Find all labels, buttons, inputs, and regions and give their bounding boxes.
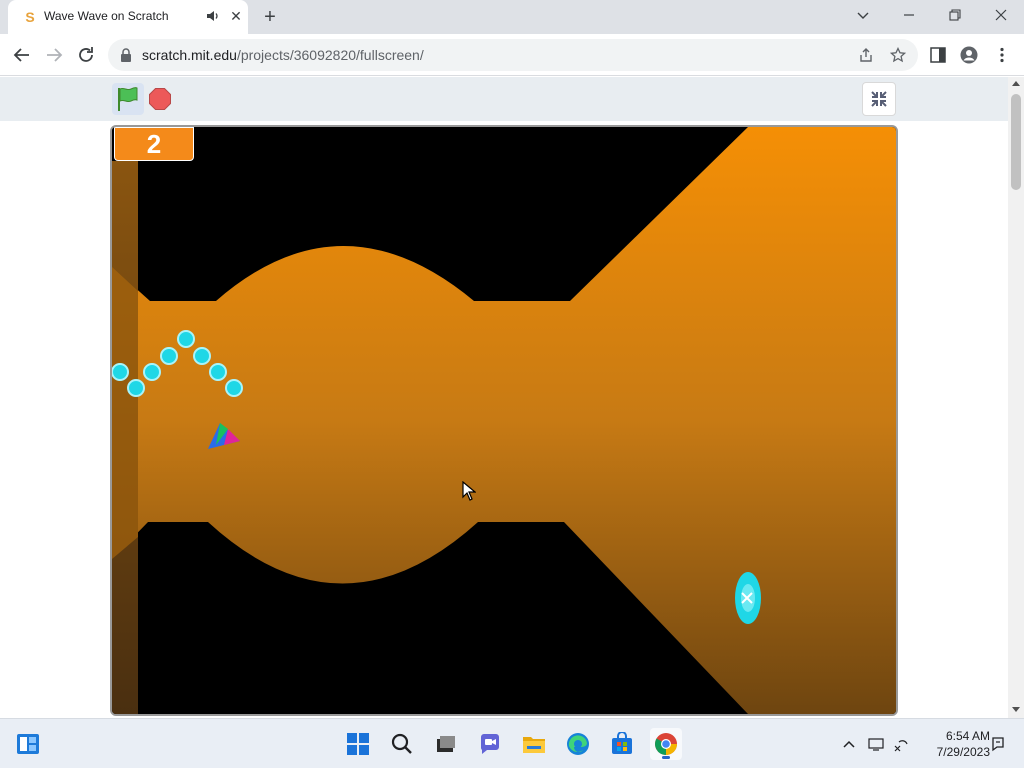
- network-off-icon[interactable]: [893, 736, 909, 752]
- widgets-icon: [17, 734, 39, 754]
- store-button[interactable]: [606, 728, 638, 760]
- windows-start-icon: [347, 733, 369, 755]
- notification-icon[interactable]: [990, 736, 1006, 752]
- restore-icon: [949, 9, 961, 21]
- start-button[interactable]: [342, 728, 374, 760]
- new-tab-button[interactable]: +: [258, 6, 282, 28]
- trail-dot: [177, 330, 195, 348]
- page-scrollbar[interactable]: [1008, 77, 1024, 718]
- share-icon[interactable]: [858, 47, 874, 63]
- star-icon[interactable]: [890, 47, 906, 63]
- reload-icon: [79, 47, 93, 62]
- trail-dot: [127, 379, 145, 397]
- chat-icon: [481, 734, 499, 754]
- chrome-button[interactable]: [650, 728, 682, 760]
- mouse-cursor-icon: [462, 481, 476, 501]
- scroll-down-arrow[interactable]: [1012, 707, 1020, 712]
- browser-toolbar: scratch.mit.edu/projects/36092820/fullsc…: [0, 34, 1024, 76]
- active-app-indicator: [662, 756, 670, 759]
- edge-icon: [567, 733, 589, 755]
- trail-dot: [160, 347, 178, 365]
- chevron-down-icon: [857, 12, 869, 19]
- speaker-icon[interactable]: [205, 8, 221, 24]
- green-flag-button[interactable]: [112, 83, 144, 115]
- store-icon: [612, 732, 632, 754]
- green-flag-icon: [118, 87, 138, 111]
- exit-fullscreen-icon: [871, 91, 887, 107]
- clock-time: 6:54 AM: [945, 729, 990, 743]
- arrow-right-icon: [47, 48, 63, 62]
- trail-dot: [193, 347, 211, 365]
- left-wall-edge: [112, 267, 138, 559]
- scratch-controls-bar: [0, 77, 1008, 121]
- task-view-icon: [437, 736, 455, 752]
- trail-dot: [143, 363, 161, 381]
- tab-search-button[interactable]: [840, 0, 886, 30]
- stop-icon: [149, 88, 171, 110]
- trail-dot: [209, 363, 227, 381]
- display-icon[interactable]: [868, 736, 884, 752]
- page-content: 2: [0, 77, 1008, 717]
- widgets-button[interactable]: [12, 728, 44, 760]
- score-counter: 2: [114, 127, 194, 161]
- search-button[interactable]: [386, 728, 418, 760]
- chrome-icon: [655, 733, 677, 755]
- clock-date: 7/29/2023: [936, 745, 990, 759]
- close-icon[interactable]: ✕: [228, 8, 244, 24]
- minimize-button[interactable]: [886, 0, 932, 30]
- system-clock[interactable]: 6:54 AM 7/29/2023: [918, 728, 990, 760]
- task-view-button[interactable]: [430, 728, 462, 760]
- file-explorer-button[interactable]: [518, 728, 550, 760]
- stop-button[interactable]: [148, 87, 172, 111]
- tab-title: Wave Wave on Scratch: [44, 9, 169, 23]
- arrow-left-icon: [13, 48, 29, 62]
- scratch-cat-icon: S: [25, 9, 35, 25]
- plus-icon: +: [264, 6, 276, 28]
- edge-button[interactable]: [562, 728, 594, 760]
- trail-dot: [225, 379, 243, 397]
- scroll-thumb[interactable]: [1011, 94, 1021, 190]
- restore-button[interactable]: [932, 0, 978, 30]
- minimize-icon: [904, 14, 914, 16]
- close-window-button[interactable]: [978, 0, 1024, 30]
- back-button[interactable]: [10, 43, 34, 67]
- windows-taskbar: 6:54 AM 7/29/2023: [0, 718, 1024, 768]
- tab-strip: S Wave Wave on Scratch ✕ +: [0, 0, 1024, 34]
- cyan-portal: [735, 572, 761, 624]
- chevron-up-icon[interactable]: [841, 736, 857, 752]
- browser-tab[interactable]: S Wave Wave on Scratch ✕: [8, 0, 248, 34]
- url-text[interactable]: scratch.mit.edu/projects/36092820/fullsc…: [142, 47, 424, 63]
- search-icon: [391, 733, 412, 754]
- profile-icon[interactable]: [960, 46, 978, 64]
- file-explorer-icon: [523, 737, 545, 753]
- close-icon: [995, 9, 1007, 21]
- project-stage[interactable]: 2: [110, 125, 898, 716]
- exit-fullscreen-button[interactable]: [862, 82, 896, 116]
- lock-icon[interactable]: [120, 48, 132, 62]
- chat-button[interactable]: [474, 728, 506, 760]
- game-canvas[interactable]: [112, 127, 896, 714]
- trail-dot: [112, 363, 129, 381]
- scroll-up-arrow[interactable]: [1012, 81, 1020, 86]
- forward-button[interactable]: [42, 43, 66, 67]
- side-panel-icon[interactable]: [929, 46, 947, 64]
- address-bar[interactable]: scratch.mit.edu/projects/36092820/fullsc…: [108, 39, 918, 71]
- menu-icon[interactable]: [993, 46, 1011, 64]
- reload-button[interactable]: [74, 43, 98, 67]
